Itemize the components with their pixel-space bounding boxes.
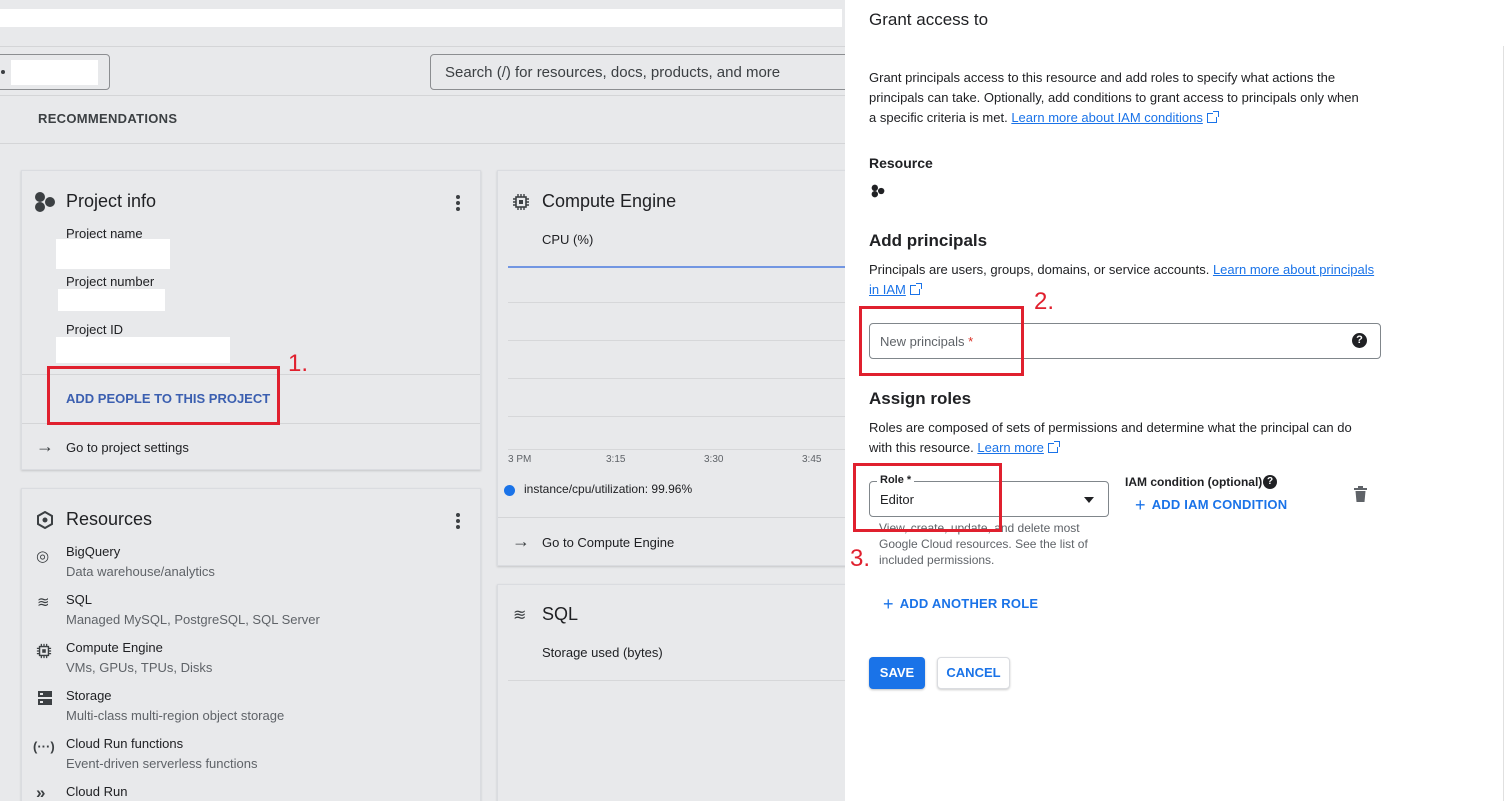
add-principals-heading: Add principals [869,231,988,250]
roles-learn-more-link[interactable]: Learn more [977,440,1043,455]
roles-description: Roles are composed of sets of permission… [869,420,1352,455]
resource-name[interactable]: Cloud Run functions [66,736,183,751]
cpu-line-series [508,266,848,268]
resource-name[interactable]: SQL [66,592,92,607]
divider [498,517,856,518]
card-title: Resources [66,509,153,529]
functions-icon: (···) [33,739,55,754]
project-id-label: Project ID [66,322,124,337]
redacted-project-id [56,337,230,363]
open-in-new-icon [1206,111,1219,123]
x-tick-label: 3:15 [606,454,626,465]
more-vert-icon[interactable] [456,195,460,211]
storage-icon [38,691,52,705]
sql-icon: ≋ [513,607,527,624]
resources-card: Resources ◎ BigQuery Data warehouse/anal… [21,488,481,801]
project-number-label: Project number [66,274,155,289]
cancel-button[interactable]: CANCEL [937,657,1010,689]
project-dots-icon [871,184,885,198]
redacted-project-name [56,239,170,269]
resource-desc: VMs, GPUs, TPUs, Disks [66,660,213,675]
help-icon[interactable]: ? [1263,475,1277,489]
chip-icon [513,194,529,210]
search-input[interactable]: Search (/) for resources, docs, products… [430,54,860,90]
save-button[interactable]: SAVE [869,657,925,689]
panel-title: Grant access to [869,10,989,29]
plus-icon: + [1135,495,1146,515]
tab-recommendations[interactable]: RECOMMENDATIONS [38,111,177,126]
add-another-role-button[interactable]: + ADD ANOTHER ROLE [883,594,1038,615]
grant-access-panel: Grant access to Grant principals access … [845,0,1511,801]
cloud-run-icon: » [36,783,46,801]
legend-dot [504,485,515,496]
gridline [508,302,848,303]
project-picker[interactable] [0,54,110,90]
open-in-new-icon [909,283,922,295]
resource-desc: Data warehouse/analytics [66,564,215,579]
chip-icon [36,643,52,659]
delete-icon[interactable] [1354,486,1367,502]
open-in-new-icon [1047,441,1060,453]
card-title: Project info [66,191,157,211]
x-tick-label: 3:30 [704,454,724,465]
hexagon-icon [37,511,53,529]
annotation-box-1 [47,366,280,425]
go-to-compute-engine-link[interactable]: Go to Compute Engine [542,535,674,550]
arrow-forward-icon: → [36,436,54,456]
gridline [508,340,848,341]
chart-metric-label: CPU (%) [542,232,594,247]
assign-roles-heading: Assign roles [869,389,972,408]
search-bar-row: Search (/) for resources, docs, products… [0,46,860,96]
resource-heading: Resource [869,155,933,171]
sql-card: ≋ SQL Storage used (bytes) [497,584,857,801]
panel-intro: Grant principals access to this resource… [869,70,1359,125]
redacted-project-number [58,289,165,311]
resource-desc: Event-driven serverless functions [66,756,258,771]
annotation-box-3 [853,463,1002,532]
dropdown-arrow-icon [1084,497,1094,503]
iam-conditions-link[interactable]: Learn more about IAM conditions [1011,110,1203,125]
sql-icon: ≋ [37,594,50,611]
gridline [508,378,848,379]
gridline [508,449,848,450]
redacted-project-name [11,60,98,85]
gridline [508,680,848,681]
panel-scrollbar[interactable] [1503,46,1511,801]
go-to-settings-link[interactable]: Go to project settings [66,440,189,455]
annotation-number-2: 2. [1034,288,1055,315]
x-tick-label: 3 PM [508,454,532,465]
annotation-box-2 [859,306,1024,376]
tab-bar: RECOMMENDATIONS [0,96,845,144]
help-icon[interactable]: ? [1352,333,1367,348]
resource-name[interactable]: Cloud Run [66,784,127,799]
plus-icon: + [883,594,894,614]
resource-name[interactable]: BigQuery [66,544,120,559]
arrow-forward-icon: → [512,531,530,551]
compute-engine-card: Compute Engine CPU (%) 3 PM 3:15 3:30 3:… [497,170,857,566]
gridline [508,416,848,417]
project-info-card: Project info Project name Project number… [21,170,481,470]
redacted-top-bar [0,9,842,27]
annotation-number-1: 1. [288,350,309,377]
resource-name[interactable]: Storage [66,688,112,703]
chart-metric-label: Storage used (bytes) [542,645,663,660]
project-picker-icon [1,70,5,74]
resource-name[interactable]: Compute Engine [66,640,163,655]
card-title: SQL [542,604,579,624]
more-vert-icon[interactable] [456,513,460,529]
top-bar [0,0,845,46]
card-title: Compute Engine [542,191,677,211]
annotation-number-3: 3. [850,545,871,572]
iam-condition-label: IAM condition (optional) [1125,475,1263,489]
bigquery-icon: ◎ [36,548,50,565]
x-tick-label: 3:45 [802,454,822,465]
legend-label: instance/cpu/utilization: 99.96% [524,482,693,496]
principals-description: Principals are users, groups, domains, o… [869,262,1375,297]
add-iam-condition-button[interactable]: + ADD IAM CONDITION [1135,495,1287,516]
project-dots-icon [35,192,55,212]
resource-desc: Managed MySQL, PostgreSQL, SQL Server [66,612,320,627]
resource-desc: Multi-class multi-region object storage [66,708,285,723]
